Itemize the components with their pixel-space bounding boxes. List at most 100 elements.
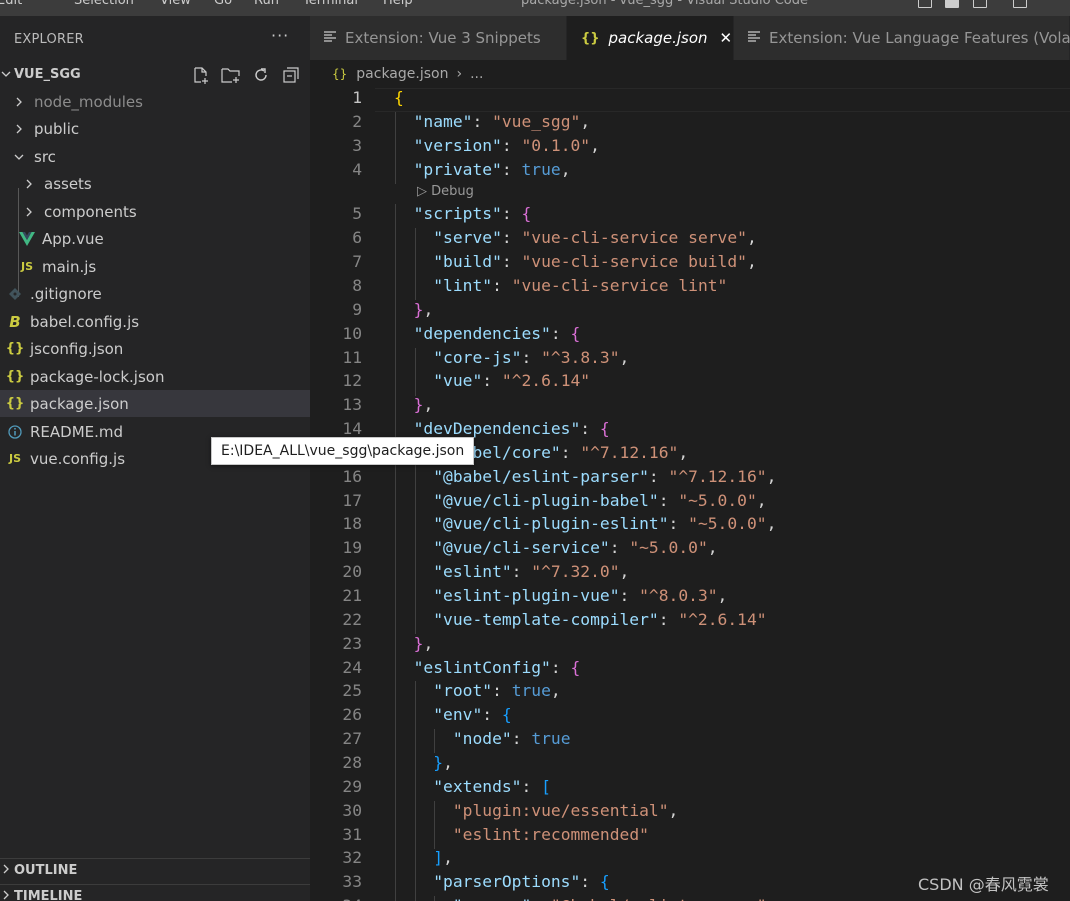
code-line[interactable]: 30 "plugin:vue/essential",: [310, 801, 1070, 825]
line-number: 22: [342, 609, 362, 629]
menu-edit[interactable]: Edit: [0, 0, 22, 8]
git-icon: [6, 287, 24, 300]
tree-item-components[interactable]: components: [0, 198, 310, 225]
customize-layout-icon[interactable]: [1013, 0, 1027, 8]
line-text: "dependencies": {: [413, 323, 581, 343]
tab-vue3-snippets[interactable]: Extension: Vue 3 Snippets: [310, 16, 567, 60]
line-text: "name": "vue_sgg",: [413, 111, 591, 131]
line-number: 25: [342, 681, 362, 701]
line-number: 16: [342, 466, 362, 486]
menu-go[interactable]: Go: [214, 0, 232, 8]
code-line[interactable]: 31 "eslint:recommended": [310, 825, 1070, 849]
breadcrumb-file[interactable]: package.json: [356, 66, 448, 82]
code-line[interactable]: 7 "build": "vue-cli-service build",: [310, 252, 1070, 276]
tree-item-package-json[interactable]: {} package.json: [0, 390, 310, 417]
code-line[interactable]: 20 "eslint": "^7.32.0",: [310, 562, 1070, 586]
code-line[interactable]: 13 },: [310, 395, 1070, 419]
refresh-icon[interactable]: [250, 64, 272, 86]
code-line[interactable]: 24 "eslintConfig": {: [310, 658, 1070, 682]
timeline-panel-header[interactable]: TIMELINE: [0, 884, 310, 901]
line-text: "build": "vue-cli-service build",: [433, 252, 757, 272]
line-number: 12: [342, 371, 362, 391]
code-line[interactable]: 1{: [310, 88, 1070, 112]
collapse-all-icon[interactable]: [280, 64, 302, 86]
line-text: "@vue/cli-service": "~5.0.0",: [433, 538, 718, 558]
tree-item-label: package-lock.json: [30, 367, 165, 386]
tree-item-src[interactable]: src: [0, 143, 310, 170]
code-line[interactable]: 26 "env": {: [310, 705, 1070, 729]
code-line[interactable]: 25 "root": true,: [310, 681, 1070, 705]
line-text: "extends": [: [433, 776, 551, 796]
tree-item-package-lock[interactable]: {} package-lock.json: [0, 363, 310, 390]
code-line[interactable]: 19 "@vue/cli-service": "~5.0.0",: [310, 538, 1070, 562]
line-text: {: [394, 88, 404, 107]
tree-item-node-modules[interactable]: node_modules: [0, 88, 310, 115]
code-line[interactable]: 12 "vue": "^2.6.14": [310, 371, 1070, 395]
code-line[interactable]: 3 "version": "0.1.0",: [310, 136, 1070, 160]
tree-item-public[interactable]: public: [0, 115, 310, 142]
more-actions-icon[interactable]: ···: [271, 26, 289, 45]
chevron-right-icon: [0, 889, 12, 901]
menu-view[interactable]: View: [160, 0, 191, 8]
code-line[interactable]: 22 "vue-template-compiler": "^2.6.14": [310, 610, 1070, 634]
codelens-debug[interactable]: ▷ Debug: [417, 184, 474, 199]
code-line[interactable]: 5 "scripts": {: [310, 204, 1070, 228]
code-line[interactable]: 6 "serve": "vue-cli-service serve",: [310, 228, 1070, 252]
json-icon: {}: [5, 341, 25, 356]
tree-item-label: jsconfig.json: [30, 339, 124, 358]
menu-selection[interactable]: Selection: [74, 0, 134, 8]
line-number: 10: [342, 323, 362, 343]
chevron-down-icon: [0, 68, 12, 83]
tree-item-jsconfig[interactable]: {} jsconfig.json: [0, 335, 310, 362]
line-number: 6: [352, 228, 362, 248]
tree-item-main-js[interactable]: JS main.js: [0, 253, 310, 280]
tab-label: Extension: Vue Language Features (Volar): [769, 29, 1070, 47]
code-line[interactable]: 16 "@babel/eslint-parser": "^7.12.16",: [310, 467, 1070, 491]
line-number: 33: [342, 872, 362, 892]
code-line[interactable]: 2 "name": "vue_sgg",: [310, 112, 1070, 136]
toggle-sidebar-icon[interactable]: [918, 0, 932, 8]
code-line[interactable]: 32 ],: [310, 848, 1070, 872]
code-line[interactable]: 23 },: [310, 634, 1070, 658]
info-icon: [6, 424, 24, 439]
root-folder[interactable]: VUE_SGG: [0, 66, 310, 90]
new-file-icon[interactable]: [190, 64, 212, 86]
menu-terminal[interactable]: Terminal: [303, 0, 358, 8]
code-line[interactable]: 27 "node": true: [310, 729, 1070, 753]
code-line[interactable]: 18 "@vue/cli-plugin-eslint": "~5.0.0",: [310, 514, 1070, 538]
code-line[interactable]: 8 "lint": "vue-cli-service lint": [310, 276, 1070, 300]
json-icon: {}: [5, 369, 25, 384]
code-line[interactable]: 34 "parser": "@babel/eslint-parser": [310, 896, 1070, 901]
tree-item-app-vue[interactable]: App.vue: [0, 225, 310, 252]
json-icon: {}: [332, 67, 348, 81]
menu-run[interactable]: Run: [254, 0, 279, 8]
tab-vue-language-features[interactable]: Extension: Vue Language Features (Volar): [734, 16, 1070, 60]
tree-item-babel-config[interactable]: B babel.config.js: [0, 308, 310, 335]
new-folder-icon[interactable]: [220, 64, 242, 86]
menu-help[interactable]: Help: [383, 0, 413, 8]
code-line[interactable]: 9 },: [310, 300, 1070, 324]
code-line[interactable]: 28 },: [310, 753, 1070, 777]
tree-item-label: .gitignore: [30, 284, 102, 303]
toggle-panel-icon[interactable]: [945, 0, 959, 8]
code-line[interactable]: 4 "private": true,: [310, 160, 1070, 184]
toggle-secondary-sidebar-icon[interactable]: [973, 0, 987, 8]
line-text: "vue-template-compiler": "^2.6.14": [433, 609, 767, 629]
close-icon[interactable]: ✕: [720, 29, 733, 47]
line-text: "core-js": "^3.8.3",: [433, 347, 630, 367]
line-text: "@vue/cli-plugin-eslint": "~5.0.0",: [433, 514, 777, 534]
code-line[interactable]: 21 "eslint-plugin-vue": "^8.0.3",: [310, 586, 1070, 610]
tree-item-gitignore[interactable]: .gitignore: [0, 280, 310, 307]
tree-item-assets[interactable]: assets: [0, 170, 310, 197]
code-line[interactable]: 17 "@vue/cli-plugin-babel": "~5.0.0",: [310, 491, 1070, 515]
code-editor[interactable]: 1{2 "name": "vue_sgg", 3 "version": "0.1.…: [310, 88, 1070, 901]
code-line[interactable]: 29 "extends": [: [310, 777, 1070, 801]
tab-package-json[interactable]: {} package.json ✕: [567, 16, 734, 60]
code-line[interactable]: 11 "core-js": "^3.8.3",: [310, 348, 1070, 372]
breadcrumb: {} package.json › ...: [310, 60, 1070, 88]
code-line[interactable]: 10 "dependencies": {: [310, 324, 1070, 348]
outline-panel-header[interactable]: OUTLINE: [0, 858, 310, 882]
breadcrumb-symbols[interactable]: ...: [470, 66, 483, 82]
line-number: 17: [342, 490, 362, 510]
line-number: 29: [342, 776, 362, 796]
